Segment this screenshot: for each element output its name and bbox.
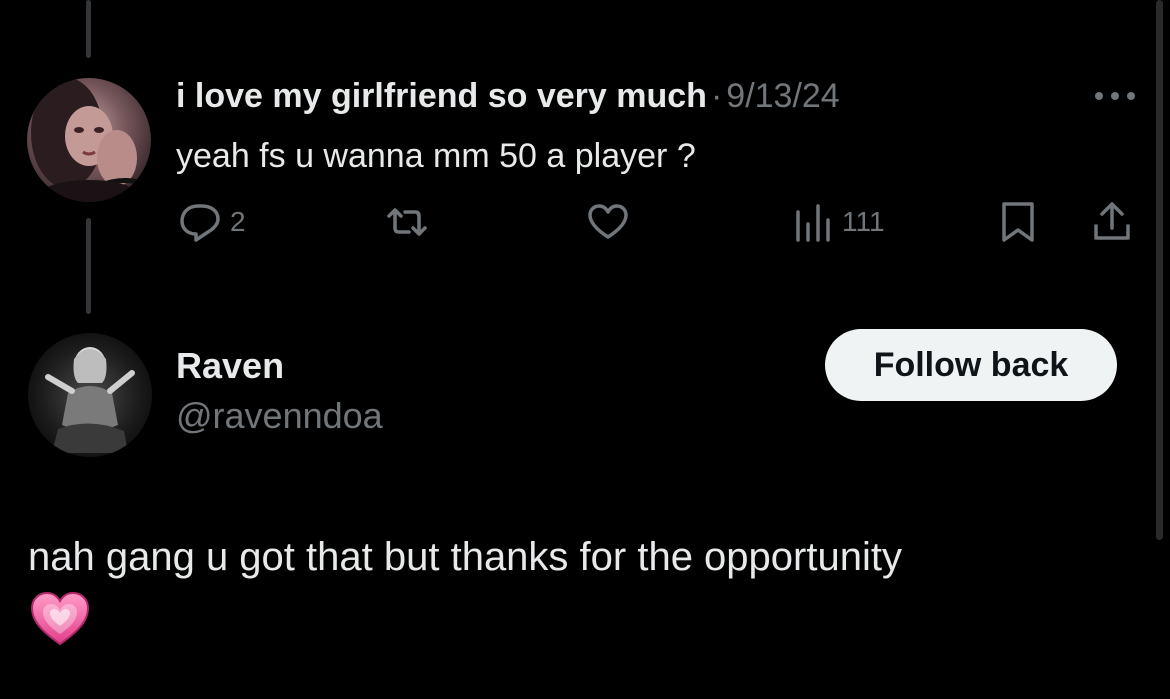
views-button[interactable]: 111: [790, 200, 885, 244]
more-options-icon[interactable]: [1092, 86, 1138, 106]
scrollbar[interactable]: [1156, 0, 1163, 540]
thread-line: [86, 218, 91, 314]
retweet-button[interactable]: [385, 200, 429, 244]
reply-date[interactable]: 9/13/24: [726, 77, 839, 115]
user-handle[interactable]: @ravenndoa: [176, 394, 383, 438]
share-icon: [1094, 202, 1130, 240]
like-button[interactable]: [586, 200, 630, 244]
user-name[interactable]: Raven: [176, 344, 284, 388]
reply-header: i love my girlfriend so very much · 9/13/2…: [176, 74, 840, 118]
view-count: 111: [842, 206, 885, 237]
reply-display-name[interactable]: i love my girlfriend so very much: [176, 77, 707, 115]
retweet-icon: [387, 208, 427, 236]
avatar-image: [45, 347, 135, 453]
pink-heart-icon: [30, 590, 90, 648]
post-text: nah gang u got that but thanks for the o…: [28, 535, 902, 579]
follow-back-button[interactable]: Follow back: [825, 329, 1117, 401]
thread-line: [86, 0, 91, 58]
share-button[interactable]: [1090, 200, 1134, 244]
reply-text: yeah fs u wanna mm 50 a player ?: [176, 137, 696, 175]
comment-icon: [180, 204, 220, 242]
reply-count: 2: [230, 206, 246, 237]
avatar-image: [31, 78, 146, 202]
separator-dot: ·: [710, 77, 723, 115]
heart-outline-icon: [588, 204, 628, 239]
bookmark-button[interactable]: [996, 200, 1040, 244]
avatar[interactable]: [28, 333, 152, 457]
bookmark-icon: [1002, 202, 1034, 242]
bar-chart-icon: [796, 204, 830, 242]
avatar[interactable]: [27, 78, 151, 202]
reply-button[interactable]: 2: [178, 200, 246, 244]
